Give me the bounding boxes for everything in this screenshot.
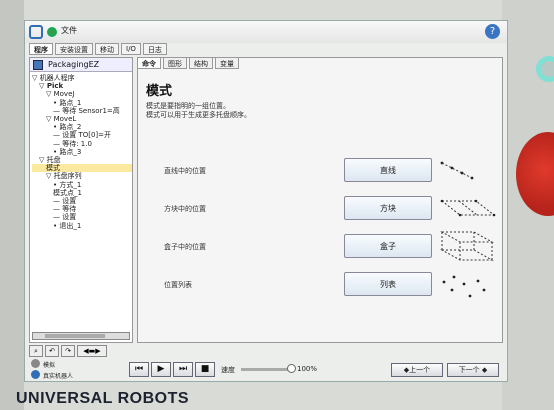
tree-node[interactable]: • 方式_1: [32, 181, 132, 189]
list-pattern-icon: [440, 274, 488, 304]
program-header: PackagingEZ: [30, 58, 132, 72]
speed-slider[interactable]: [241, 368, 291, 371]
file-menu[interactable]: 文件: [61, 25, 77, 36]
tree-node[interactable]: ▽ Pick: [32, 82, 132, 90]
help-icon[interactable]: ?: [485, 24, 500, 39]
panel-title: 模式: [146, 84, 173, 99]
main-tabs: 程序 安装设置 移动 I/O 日志: [29, 43, 167, 55]
previous-button[interactable]: ◆上一个: [391, 363, 443, 377]
tree-node[interactable]: ▽ MoveJ: [32, 90, 132, 98]
tree-node[interactable]: — 设置: [32, 213, 132, 221]
save-icon[interactable]: [33, 60, 43, 70]
speed-label: 速度: [221, 366, 235, 374]
playback-controls: ⏮ ▶ ⏭ ■: [129, 362, 215, 377]
robot-status-icon[interactable]: [47, 27, 57, 37]
pattern-label: 位置列表: [164, 281, 192, 289]
tree-node[interactable]: ▽ 托盘序列: [32, 172, 132, 180]
program-tree-panel: PackagingEZ ▽ 机器人程序 ▽ Pick ▽ MoveJ • 路点_1— …: [29, 57, 133, 343]
title-bar: 文件 ?: [25, 21, 507, 43]
tab-2[interactable]: 移动: [95, 43, 119, 55]
subtab-3[interactable]: 变量: [215, 57, 239, 69]
photo-background-left: [0, 0, 24, 410]
subtab-2[interactable]: 结构: [189, 57, 213, 69]
tree-node[interactable]: • 路点_1: [32, 99, 132, 107]
simulation-label: 模拟: [43, 362, 56, 369]
tree-node[interactable]: — 等待: 1.0: [32, 140, 132, 148]
stop-icon[interactable]: ■: [195, 362, 215, 377]
square-pattern-icon: [440, 198, 496, 222]
tree-node[interactable]: — 设置: [32, 197, 132, 205]
line-pattern-icon: [440, 160, 474, 184]
tree-scrollbar[interactable]: [32, 332, 130, 340]
pattern-button[interactable]: 列表: [344, 272, 432, 296]
command-panel: 模式 模式是要指明的一组位置。 模式可以用于生成更多托盘顺序。 直线中的位置 直线…: [137, 57, 503, 343]
skip-back-icon[interactable]: ⏮: [129, 362, 149, 377]
pattern-button[interactable]: 盒子: [344, 234, 432, 258]
play-icon[interactable]: ▶: [151, 362, 171, 377]
tab-4[interactable]: 日志: [142, 43, 167, 55]
speed-value: 100%: [297, 365, 318, 373]
panel-description: 模式是要指明的一组位置。 模式可以用于生成更多托盘顺序。: [146, 102, 251, 119]
tree-node[interactable]: • 路点_3: [32, 148, 132, 156]
tab-0[interactable]: 程序: [29, 43, 53, 55]
sub-tabs: 命令 图形 结构 变量: [137, 57, 239, 69]
subtab-0[interactable]: 命令: [137, 57, 161, 69]
tree-node[interactable]: • 退出_1: [32, 222, 132, 230]
tree-node[interactable]: — 等待: [32, 205, 132, 213]
real-robot-icon[interactable]: [31, 370, 40, 379]
subtab-1[interactable]: 图形: [163, 57, 187, 69]
bottom-bar: 模拟 真实机器人 ⏮ ▶ ⏭ ■ 速度 100% ◆上一个 下一个 ◆: [25, 343, 507, 381]
pattern-button[interactable]: 方块: [344, 196, 432, 220]
next-button[interactable]: 下一个 ◆: [447, 363, 499, 377]
tab-1[interactable]: 安装设置: [55, 43, 93, 55]
pendant-screen: 文件 ? 程序 安装设置 移动 I/O 日志 PackagingEZ ▽ 机器人程序 ▽ …: [24, 20, 508, 382]
pattern-label: 直线中的位置: [164, 167, 206, 175]
pattern-label: 盒子中的位置: [164, 243, 206, 251]
program-tree: ▽ 机器人程序 ▽ Pick ▽ MoveJ • 路点_1— 等待 Sensor1=高…: [32, 74, 132, 230]
tree-node[interactable]: ▽ 机器人程序: [32, 74, 132, 82]
tree-node[interactable]: ▽ 托盘: [32, 156, 132, 164]
speed-slider-knob[interactable]: [287, 364, 296, 373]
tree-node[interactable]: 模式点_1: [32, 189, 132, 197]
tree-node[interactable]: — 等待 Sensor1=高: [32, 107, 132, 115]
pattern-button[interactable]: 直线: [344, 158, 432, 182]
real-robot-label: 真实机器人: [43, 373, 74, 380]
tree-node[interactable]: — 设置 TO[0]=开: [32, 131, 132, 139]
step-icon[interactable]: ⏭: [173, 362, 193, 377]
brand-logo-text: UNIVERSAL ROBOTS: [16, 390, 190, 407]
box-pattern-icon: [440, 230, 496, 268]
tree-node[interactable]: ▽ MoveL: [32, 115, 132, 123]
tab-3[interactable]: I/O: [121, 43, 141, 55]
ur-logo-icon: [29, 25, 43, 39]
program-name: PackagingEZ: [48, 60, 100, 69]
pattern-label: 方块中的位置: [164, 205, 206, 213]
simulation-icon[interactable]: [31, 359, 40, 368]
